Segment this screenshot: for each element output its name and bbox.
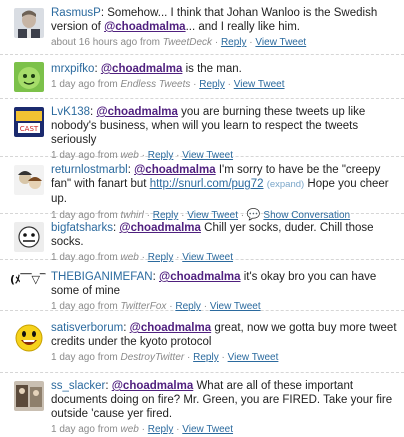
list-item: ss_slacker: @choadmalma What are all of … xyxy=(0,373,404,435)
tweet-time[interactable]: about 16 hours ago from xyxy=(51,37,160,48)
mention-link[interactable]: @choadmalma xyxy=(112,380,194,392)
reply-link[interactable]: Reply xyxy=(193,352,219,363)
mention-link[interactable]: @choadmalma xyxy=(104,21,186,33)
avatar-text: (ﾒ￣▽￣) xyxy=(10,273,46,286)
reply-link[interactable]: Reply xyxy=(148,424,174,435)
tweet-url[interactable]: http://snurl.com/pug72 xyxy=(150,178,264,190)
tweet-username[interactable]: ss_slacker xyxy=(51,380,105,392)
mention-link[interactable]: @choadmalma xyxy=(96,106,178,118)
avatar[interactable] xyxy=(14,222,44,252)
reply-link[interactable]: Reply xyxy=(199,79,225,90)
list-item: satisverborum: @choadmalma great, now we… xyxy=(0,311,404,373)
tweet-meta: 1 day ago from web · Reply · View Tweet xyxy=(51,424,234,435)
tweet-username[interactable]: bigfatsharks xyxy=(51,222,113,234)
tweet-username[interactable]: returnlostmarbl xyxy=(51,164,128,176)
list-item: (ﾒ￣▽￣) THEBIGANIMEFAN: @choadmalma it's … xyxy=(0,260,404,312)
reply-link[interactable]: Reply xyxy=(221,37,247,48)
tweet-time[interactable]: 1 day ago from xyxy=(51,352,118,363)
avatar[interactable] xyxy=(14,323,44,353)
list-item: returnlostmarbl: @choadmalma I'm sorry t… xyxy=(0,157,404,221)
mention-link[interactable]: @choadmalma xyxy=(159,271,241,283)
tweet-username[interactable]: THEBIGANIMEFAN xyxy=(51,271,153,283)
mention-link[interactable]: @choadmalma xyxy=(134,164,216,176)
expand-link[interactable]: (expand) xyxy=(267,179,305,190)
tweet-username[interactable]: mrxpifko xyxy=(51,63,94,75)
list-item: CAST LvK138: @choadmalma you are burning… xyxy=(0,99,404,161)
list-item: mrxpifko: @choadmalma is the man. 1 day … xyxy=(0,55,404,99)
tweet-text: ... and I really like him. xyxy=(185,21,300,33)
tweet-source[interactable]: DestroyTwitter xyxy=(121,352,185,363)
tweet-meta: 1 day ago from DestroyTwitter · Reply · … xyxy=(51,352,279,363)
mention-link[interactable]: @choadmalma xyxy=(119,222,201,234)
avatar[interactable] xyxy=(14,62,44,92)
tweet-meta: 1 day ago from Endless Tweets · Reply · … xyxy=(51,79,285,90)
tweet-feed: RasmusP: Somehow... I think that Johan W… xyxy=(0,0,404,435)
tweet-username[interactable]: RasmusP xyxy=(51,7,101,19)
avatar[interactable]: CAST xyxy=(14,107,44,137)
mention-link[interactable]: @choadmalma xyxy=(101,63,183,75)
view-tweet-link[interactable]: View Tweet xyxy=(255,37,306,48)
tweet-source[interactable]: web xyxy=(121,424,139,435)
tweet-source[interactable]: Endless Tweets xyxy=(121,79,191,90)
list-item: RasmusP: Somehow... I think that Johan W… xyxy=(0,0,404,55)
list-item: bigfatsharks: @choadmalma Chill yer sock… xyxy=(0,214,404,263)
avatar[interactable] xyxy=(14,8,44,38)
tweet-username[interactable]: LvK138 xyxy=(51,106,90,118)
view-tweet-link[interactable]: View Tweet xyxy=(234,79,285,90)
mention-link[interactable]: @choadmalma xyxy=(130,322,212,334)
avatar[interactable] xyxy=(14,381,44,411)
svg-text:CAST: CAST xyxy=(20,125,39,133)
tweet-text: is the man. xyxy=(182,63,242,75)
tweet-time[interactable]: 1 day ago from xyxy=(51,79,118,90)
tweet-meta: about 16 hours ago from TweetDeck · Repl… xyxy=(51,37,307,48)
tweet-source[interactable]: TweetDeck xyxy=(163,37,212,48)
view-tweet-link[interactable]: View Tweet xyxy=(182,424,233,435)
tweet-time[interactable]: 1 day ago from xyxy=(51,424,118,435)
view-tweet-link[interactable]: View Tweet xyxy=(228,352,279,363)
tweet-username[interactable]: satisverborum xyxy=(51,322,123,334)
avatar[interactable] xyxy=(14,165,44,195)
avatar[interactable]: (ﾒ￣▽￣) xyxy=(10,273,46,295)
